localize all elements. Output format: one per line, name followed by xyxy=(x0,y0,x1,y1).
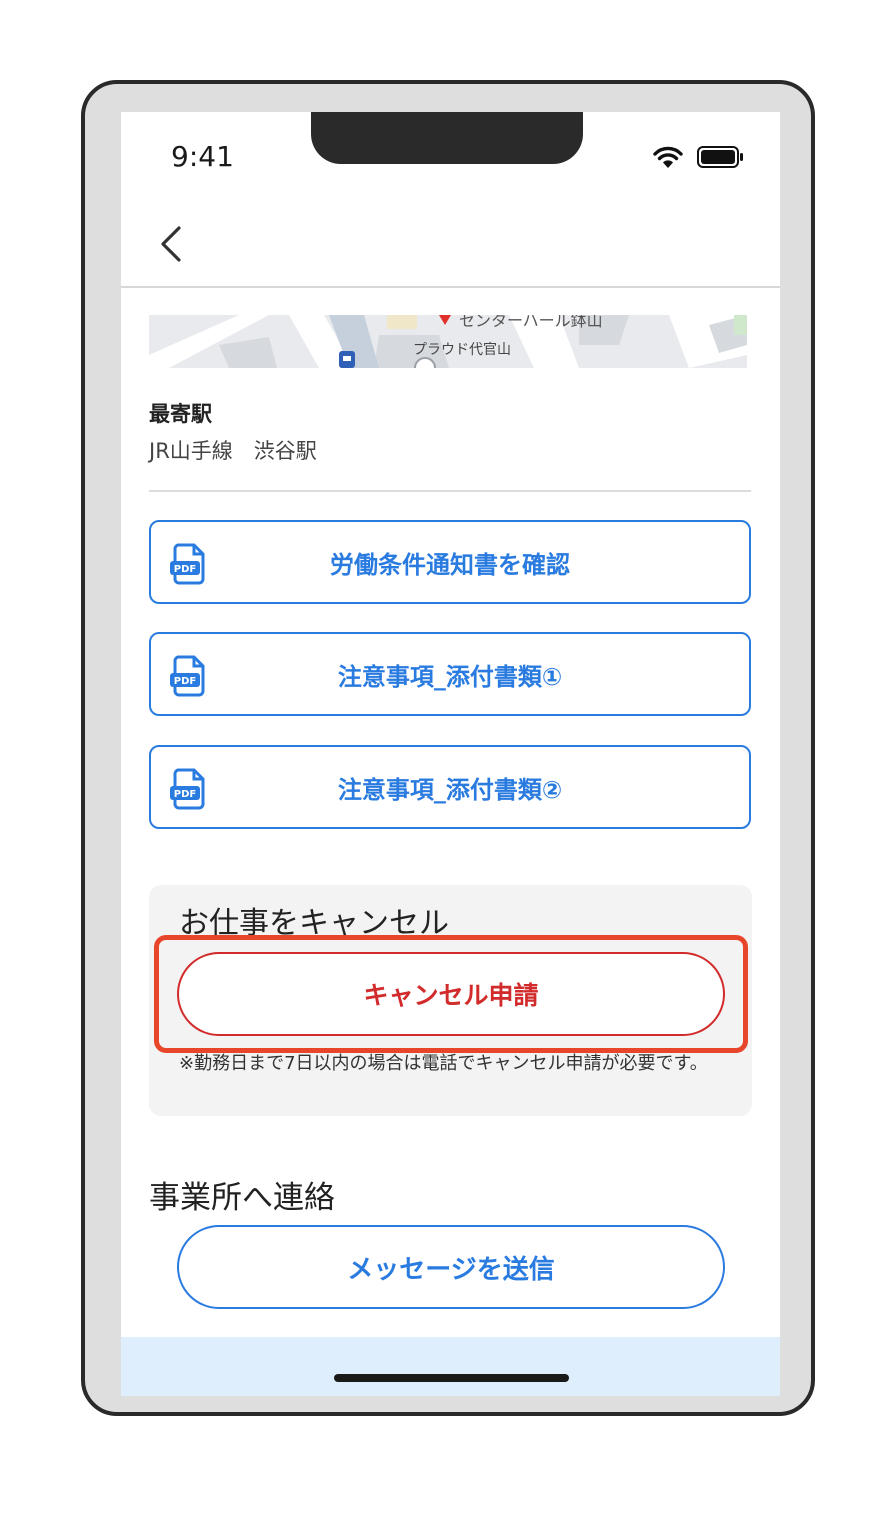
working-conditions-pdf-button[interactable]: PDF 労働条件通知書を確認 xyxy=(149,520,751,604)
map-view[interactable]: センターハール鉢山 プラウド代官山 xyxy=(149,315,747,368)
battery-icon xyxy=(697,146,743,168)
wifi-icon xyxy=(653,146,683,168)
nav-divider xyxy=(121,286,780,288)
map-label-top: センターハール鉢山 xyxy=(459,315,603,330)
device-notch xyxy=(311,112,583,164)
home-indicator[interactable] xyxy=(334,1374,569,1382)
contact-office-title: 事業所へ連絡 xyxy=(149,1180,335,1216)
section-divider xyxy=(149,490,751,492)
send-message-button[interactable]: メッセージを送信 xyxy=(177,1225,725,1309)
app-screen: 9:41 センターハール鉢山 プラウド代官山 最寄駅 JR山手線 渋谷駅 PDF… xyxy=(121,112,780,1396)
nearest-station-label: 最寄駅 xyxy=(149,402,212,426)
status-time: 9:41 xyxy=(171,140,234,173)
attachment-2-pdf-button[interactable]: PDF 注意事項_添付書類② xyxy=(149,745,751,829)
pdf-button-label: 労働条件通知書を確認 xyxy=(330,550,570,579)
pdf-button-label: 注意事項_添付書類① xyxy=(337,662,563,691)
back-chevron-icon[interactable] xyxy=(157,224,185,264)
cancel-note: ※勤務日まで7日以内の場合は電話でキャンセル申請が必要です。 xyxy=(179,1053,708,1074)
pdf-button-label: 注意事項_添付書類② xyxy=(337,775,563,804)
map-label: プラウド代官山 xyxy=(413,342,511,358)
bottom-bar xyxy=(121,1337,780,1396)
attachment-1-pdf-button[interactable]: PDF 注意事項_添付書類① xyxy=(149,632,751,716)
nearest-station-value: JR山手線 渋谷駅 xyxy=(149,439,317,463)
highlight-frame xyxy=(154,935,748,1053)
